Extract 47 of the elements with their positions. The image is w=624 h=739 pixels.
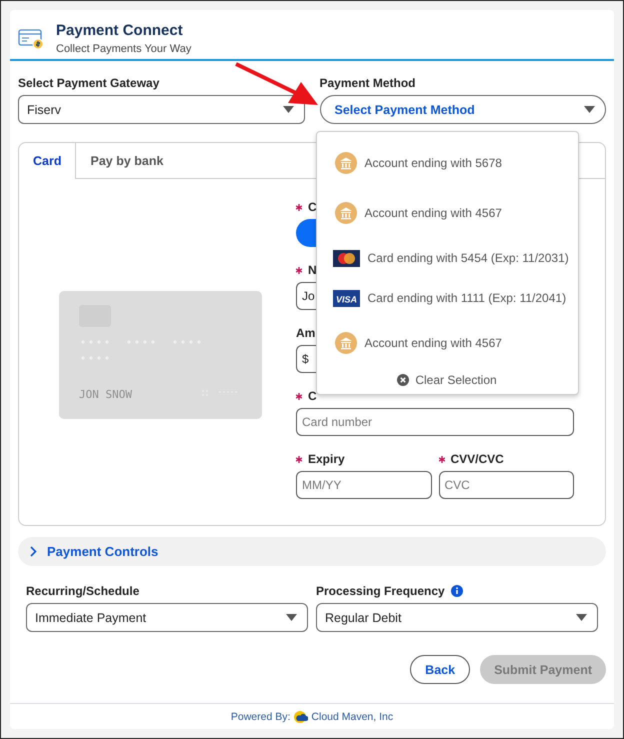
app-subtitle: Collect Payments Your Way — [56, 43, 192, 55]
bank-icon — [334, 202, 356, 224]
menu-item[interactable]: Account ending with 5678 — [316, 138, 578, 188]
company-link[interactable]: Cloud Maven, Inc — [311, 710, 394, 722]
accordion-header[interactable]: Payment Controls — [18, 537, 606, 566]
tab[interactable]: Card — [19, 143, 76, 179]
input-field[interactable]: Jo — [296, 282, 318, 310]
card-logo-icon — [332, 250, 360, 266]
caret-icon — [286, 614, 297, 621]
bank-icon — [334, 332, 356, 354]
payment-method-select[interactable]: Select Payment Method — [320, 95, 606, 124]
cardholder-name: JON SNOW — [79, 388, 132, 401]
field-label: Select Payment Gateway — [18, 75, 160, 91]
menu-item[interactable]: VISA Card ending with 1111 (Exp: 11/2041) — [316, 278, 578, 318]
field-label: Expiry — [308, 451, 345, 467]
gateway-select[interactable]: Fiserv — [18, 95, 304, 124]
field-label: Processing Frequency — [316, 583, 445, 599]
input-field[interactable]: MM/YY — [296, 471, 432, 499]
menu-item[interactable]: Account ending with 4567 — [316, 318, 578, 368]
cloud-logo-icon — [293, 710, 308, 723]
bank-icon — [334, 152, 356, 174]
field-label: Payment Method — [320, 75, 417, 91]
input-field[interactable]: CVC — [438, 471, 574, 499]
toggle-switch[interactable] — [296, 219, 318, 247]
field-label: C — [308, 388, 317, 404]
field-label: N — [308, 262, 317, 278]
clear-icon — [397, 374, 410, 386]
caret-icon — [576, 614, 587, 621]
app-title: Payment Connect — [56, 22, 184, 39]
schedule-select[interactable]: Regular Debit — [316, 603, 598, 632]
menu-item[interactable]: Card ending with 5454 (Exp: 11/2031) — [316, 238, 578, 278]
field-label: Recurring/Schedule — [26, 583, 140, 599]
field-label: CVV/CVC — [450, 451, 504, 467]
input-field[interactable]: $ — [296, 345, 318, 373]
field-label: Am — [296, 325, 316, 341]
input-field[interactable]: Card number — [296, 408, 574, 436]
field-label: C — [308, 199, 317, 215]
menu-item[interactable]: Account ending with 4567 — [316, 188, 578, 238]
payment-card-icon — [18, 26, 44, 50]
chevron-icon — [30, 546, 37, 557]
card-logo-icon: VISA — [332, 290, 360, 306]
caret-icon — [282, 106, 294, 113]
schedule-select[interactable]: Immediate Payment — [26, 603, 308, 632]
clear-selection-button[interactable]: Clear Selection — [316, 368, 578, 392]
caret-icon — [584, 106, 595, 113]
back-button[interactable]: Back — [410, 655, 470, 684]
footer-text: Powered By: — [230, 710, 290, 722]
